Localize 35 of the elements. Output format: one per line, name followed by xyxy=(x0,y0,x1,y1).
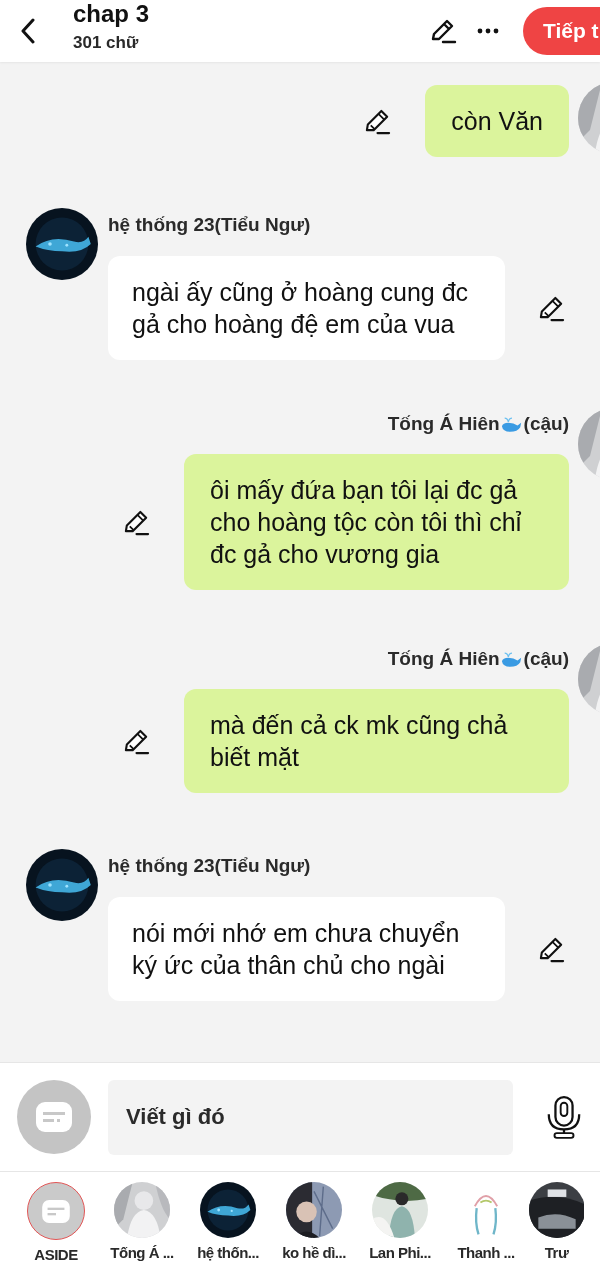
sender-name: Tống Á Hiên xyxy=(387,413,500,435)
microphone-icon[interactable] xyxy=(545,1095,583,1139)
edit-icon[interactable] xyxy=(364,107,392,135)
whale-icon xyxy=(500,415,523,433)
message-bubble: ngài ấy cũng ở hoàng cung đc gả cho hoàng đệ em của vua xyxy=(108,256,505,360)
edit-icon[interactable] xyxy=(429,17,457,45)
back-icon[interactable] xyxy=(20,18,36,44)
message-field[interactable]: Viết gì đó xyxy=(108,1079,513,1155)
whale-icon xyxy=(500,650,523,668)
sender-role: (cậu) xyxy=(523,413,569,435)
edit-icon[interactable] xyxy=(123,508,150,536)
character-item[interactable]: Lan Phi... xyxy=(357,1182,443,1264)
chat-icon xyxy=(42,1199,70,1223)
character-item[interactable]: hệ thốn... xyxy=(185,1182,271,1264)
sender-role: (cậu) xyxy=(523,648,569,670)
message-bubble: nói mới nhớ em chưa chuyển ký ức của thân chủ cho ngài xyxy=(108,897,505,1001)
edit-icon[interactable] xyxy=(538,935,565,963)
character-item[interactable]: ASIDE xyxy=(13,1182,99,1264)
chapter-title: chap 3 xyxy=(73,0,151,28)
chat-icon xyxy=(36,1102,72,1132)
message-bubble: mà đến cả ck mk cũng chả biết mặt xyxy=(184,689,569,793)
sender-name: Tống Á Hiên xyxy=(387,648,500,670)
edit-icon[interactable] xyxy=(123,727,150,755)
message-bubble: còn Văn xyxy=(425,85,569,157)
character-item[interactable]: ko hề dì... xyxy=(271,1182,357,1264)
character-item[interactable]: Tống Á ... xyxy=(99,1182,185,1264)
more-icon[interactable] xyxy=(477,28,499,34)
word-count: 301 chữ xyxy=(73,32,140,54)
message-bubble: ôi mấy đứa bạn tôi lại đc gả cho hoàng tộc còn tôi thì chỉ đc gả cho vương gia xyxy=(184,454,569,590)
character-item[interactable]: Thanh ... xyxy=(443,1182,529,1264)
character-item[interactable]: Trư xyxy=(529,1182,584,1264)
sender-name: hệ thống 23(Tiểu Ngư) xyxy=(108,214,311,236)
next-button[interactable]: Tiếp t xyxy=(523,7,600,55)
sender-name: hệ thống 23(Tiểu Ngư) xyxy=(108,855,311,877)
edit-icon[interactable] xyxy=(538,294,565,322)
